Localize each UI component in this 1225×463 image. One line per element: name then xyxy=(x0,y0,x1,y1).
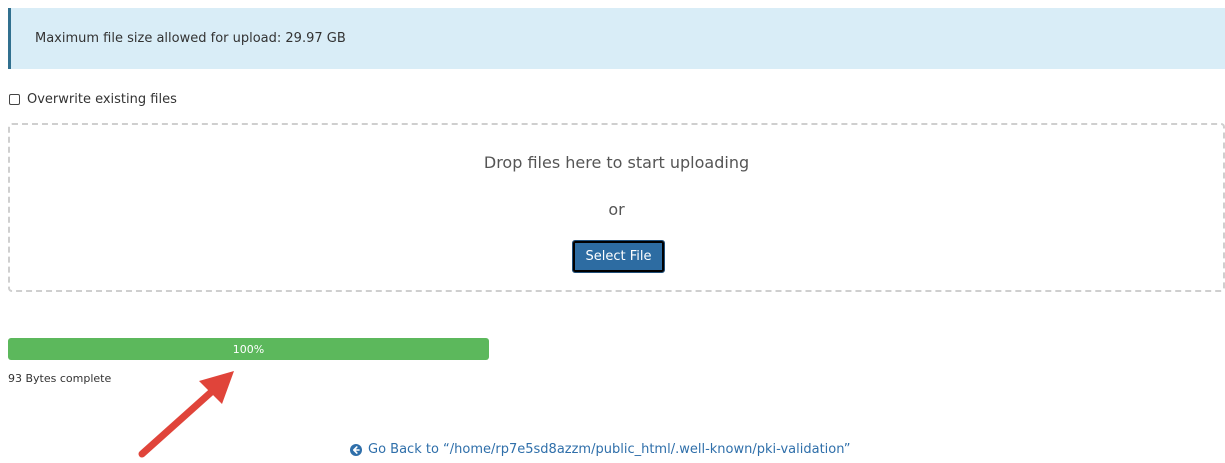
overwrite-label: Overwrite existing files xyxy=(27,92,177,107)
file-upload-page: Maximum file size allowed for upload: 29… xyxy=(0,0,1225,463)
upload-progress-label: 100% xyxy=(232,342,265,356)
select-file-button[interactable]: Select File xyxy=(572,240,665,273)
dropzone-title: Drop files here to start uploading xyxy=(483,153,750,172)
alert-text: Maximum file size allowed for upload: 29… xyxy=(35,31,346,46)
red-arrow-annotation xyxy=(138,371,234,458)
upload-progress-fill: 100% xyxy=(8,338,489,360)
circle-arrow-left-icon xyxy=(350,443,362,456)
go-back-link[interactable]: Go Back to “/home/rp7e5sd8azzm/public_ht… xyxy=(350,442,851,457)
go-back-link-label: Go Back to “/home/rp7e5sd8azzm/public_ht… xyxy=(368,442,851,457)
dropzone-or-text: or xyxy=(608,200,625,219)
overwrite-checkbox[interactable] xyxy=(9,94,20,105)
overwrite-option[interactable]: Overwrite existing files xyxy=(8,92,177,107)
upload-dropzone[interactable]: Drop files here to start uploading or Se… xyxy=(8,123,1225,292)
upload-progress-bar: 100% xyxy=(8,338,489,360)
bytes-complete-status: 93 Bytes complete xyxy=(8,372,112,385)
max-file-size-alert: Maximum file size allowed for upload: 29… xyxy=(8,8,1225,69)
